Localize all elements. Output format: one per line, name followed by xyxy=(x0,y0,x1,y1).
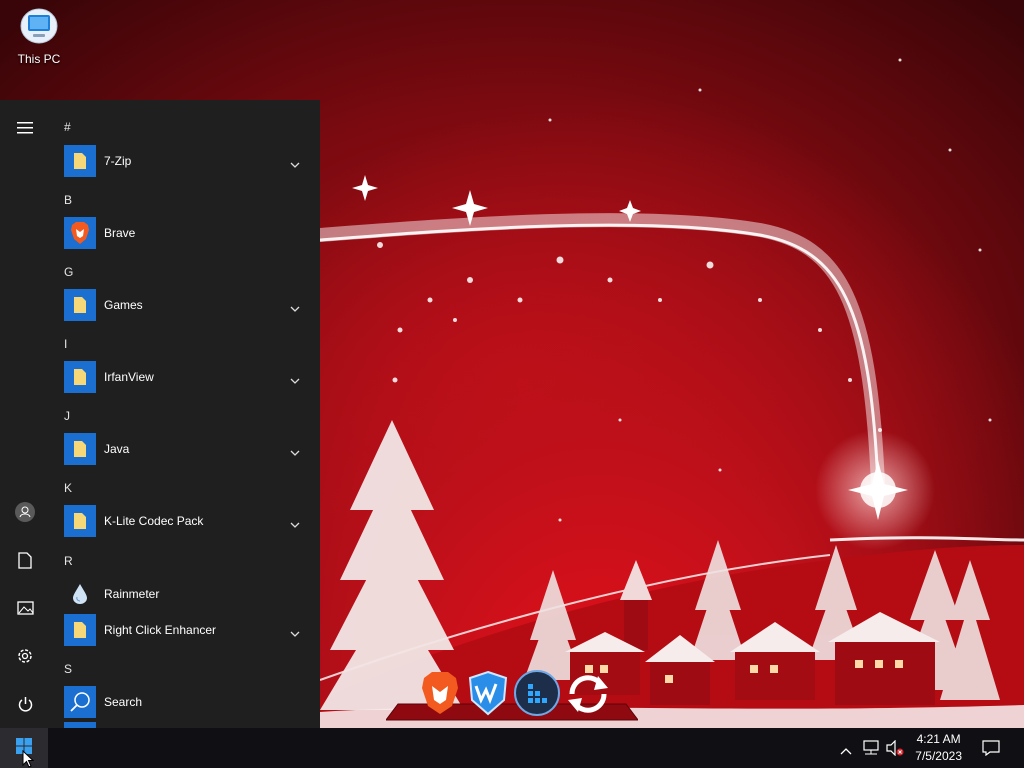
group-header[interactable]: I xyxy=(64,337,67,351)
app-label: 7-Zip xyxy=(104,154,132,168)
action-center-icon[interactable] xyxy=(982,740,1000,761)
app-item-7-zip[interactable]: 7-Zip xyxy=(50,143,320,179)
network-icon[interactable] xyxy=(862,740,880,761)
brave-lion-icon[interactable] xyxy=(418,670,462,716)
settings-icon[interactable] xyxy=(0,636,50,676)
app-label: Brave xyxy=(104,226,136,240)
pictures-icon[interactable] xyxy=(0,588,50,628)
user-account-icon[interactable] xyxy=(0,492,50,532)
group-header[interactable]: B xyxy=(64,193,72,207)
group-header[interactable]: J xyxy=(64,409,70,423)
folder-icon xyxy=(64,145,96,177)
folder-icon xyxy=(64,505,96,537)
folder-icon xyxy=(64,614,96,646)
hamburger-menu-icon[interactable] xyxy=(0,108,50,148)
start-menu: # 7-Zip B Brave G Games I IrfanView J Ja… xyxy=(0,100,320,728)
app-label: Java xyxy=(104,442,130,456)
clock-time: 4:21 AM xyxy=(916,732,961,746)
app-grid-icon[interactable] xyxy=(514,670,560,716)
clock-date: 7/5/2023 xyxy=(915,749,962,763)
documents-icon[interactable] xyxy=(0,540,50,580)
app-item-search[interactable]: Search xyxy=(50,684,320,720)
folder-icon xyxy=(64,433,96,465)
volume-muted-icon[interactable] xyxy=(886,739,904,761)
chevron-up-icon[interactable] xyxy=(840,742,852,760)
app-item-right-click-enhancer[interactable]: Right Click Enhancer xyxy=(50,612,320,648)
chevron-down-icon[interactable] xyxy=(290,624,300,642)
chevron-down-icon[interactable] xyxy=(290,515,300,533)
app-label: Search xyxy=(104,695,143,709)
clock[interactable]: 4:21 AM 7/5/2023 xyxy=(915,731,962,765)
search-icon xyxy=(64,686,96,718)
start-menu-rail xyxy=(0,100,50,728)
app-item-games[interactable]: Games xyxy=(50,287,320,323)
chevron-down-icon[interactable] xyxy=(290,155,300,173)
app-item-java[interactable]: Java xyxy=(50,431,320,467)
app-label: Right Click Enhancer xyxy=(104,623,217,637)
sync-refresh-icon[interactable] xyxy=(564,670,612,718)
app-label: K-Lite Codec Pack xyxy=(104,514,204,528)
app-dock xyxy=(386,668,638,724)
group-header[interactable]: R xyxy=(64,554,73,568)
chevron-down-icon[interactable] xyxy=(290,443,300,461)
mouse-cursor xyxy=(22,749,35,768)
app-label: Rainmeter xyxy=(104,587,160,601)
chevron-down-icon[interactable] xyxy=(290,299,300,317)
brave-lion-icon xyxy=(64,217,96,249)
desktop-icon-this-pc[interactable]: This PC xyxy=(12,6,66,66)
group-header[interactable]: S xyxy=(64,662,72,676)
app-item-k-lite-codec-pack[interactable]: K-Lite Codec Pack xyxy=(50,503,320,539)
folder-icon xyxy=(64,361,96,393)
app-label: IrfanView xyxy=(104,370,154,384)
taskbar: 4:21 AM 7/5/2023 xyxy=(0,728,1024,768)
power-icon[interactable] xyxy=(0,684,50,724)
app-label: Games xyxy=(104,298,143,312)
app-item-irfanview[interactable]: IrfanView xyxy=(50,359,320,395)
wise-care-icon[interactable] xyxy=(466,670,510,716)
app-item-brave[interactable]: Brave xyxy=(50,215,320,251)
chevron-down-icon[interactable] xyxy=(290,371,300,389)
app-item-rainmeter[interactable]: Rainmeter xyxy=(50,576,320,612)
raindrop-icon xyxy=(64,578,96,610)
desktop-icon-label: This PC xyxy=(17,52,61,66)
group-header[interactable]: K xyxy=(64,481,72,495)
group-header[interactable]: # xyxy=(64,120,71,134)
monitor-icon xyxy=(19,6,59,46)
folder-icon xyxy=(64,289,96,321)
app-list: # 7-Zip B Brave G Games I IrfanView J Ja… xyxy=(50,100,320,728)
group-header[interactable]: G xyxy=(64,265,73,279)
